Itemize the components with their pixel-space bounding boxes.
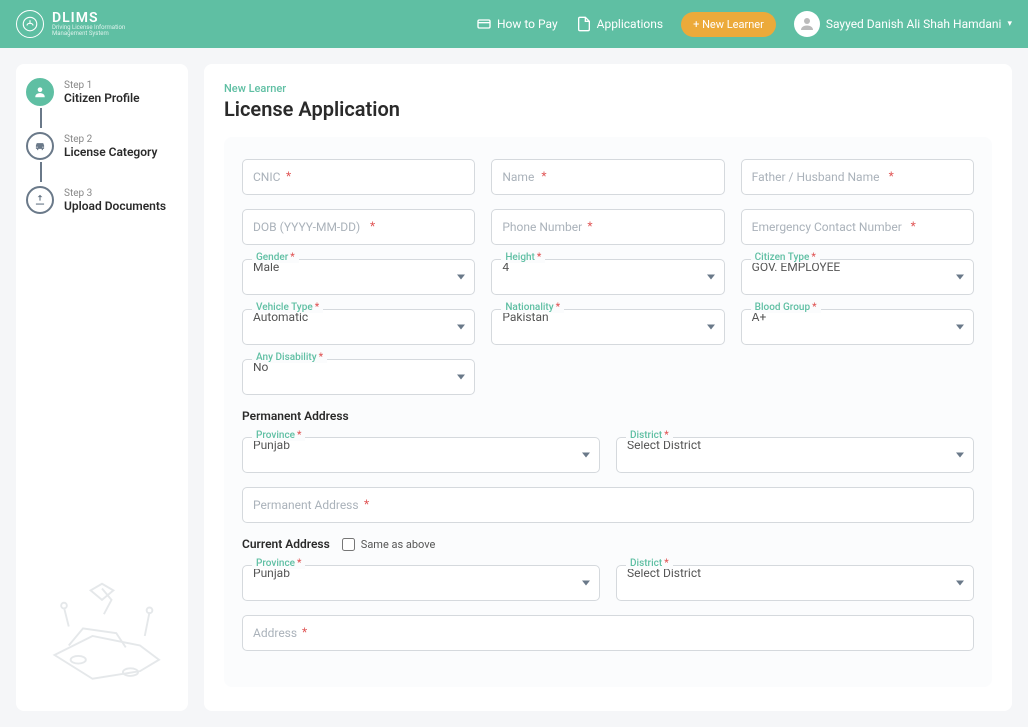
- brand-subtitle-2: Management System: [52, 31, 125, 37]
- form-panel: * * * * * * Gender*Male Height*4 Citizen…: [224, 137, 992, 687]
- top-header: DLIMS Driving License Information Manage…: [0, 0, 1028, 48]
- perm-district-select[interactable]: Select District: [616, 437, 974, 473]
- wallet-icon: [476, 16, 492, 32]
- logo-badge-icon: [16, 10, 44, 38]
- steps-sidebar: Step 1 Citizen Profile Step 2 License Ca…: [16, 64, 188, 711]
- gender-label: Gender*: [252, 252, 299, 263]
- blood-group-label: Blood Group*: [751, 302, 821, 313]
- sidebar-illustration: [26, 520, 178, 697]
- citizen-type-select[interactable]: GOV. EMPLOYEE: [741, 259, 974, 295]
- upload-icon: [26, 186, 54, 214]
- car-icon: [26, 132, 54, 160]
- perm-district-label: District*: [626, 430, 673, 441]
- nationality-select[interactable]: Pakistan: [491, 309, 724, 345]
- brand-title: DLIMS: [52, 11, 125, 25]
- main-content: New Learner License Application * * * * …: [204, 64, 1012, 711]
- user-name: Sayyed Danish Ali Shah Hamdani: [826, 17, 1002, 31]
- chevron-down-icon: ▾: [1007, 19, 1012, 29]
- emergency-input[interactable]: [741, 209, 974, 245]
- nav-how-to-pay[interactable]: How to Pay: [476, 16, 558, 32]
- step-license-category[interactable]: Step 2 License Category: [26, 132, 178, 186]
- father-input[interactable]: [741, 159, 974, 195]
- permanent-address-heading: Permanent Address: [242, 409, 974, 423]
- height-label: Height*: [501, 252, 545, 263]
- phone-input[interactable]: [491, 209, 724, 245]
- curr-district-label: District*: [626, 558, 673, 569]
- nationality-label: Nationality*: [501, 302, 564, 313]
- step-citizen-profile[interactable]: Step 1 Citizen Profile: [26, 78, 178, 132]
- cnic-input[interactable]: [242, 159, 475, 195]
- vehicle-type-select[interactable]: Automatic: [242, 309, 475, 345]
- curr-province-select[interactable]: Punjab: [242, 565, 600, 601]
- citizen-type-label: Citizen Type*: [751, 252, 820, 263]
- perm-province-select[interactable]: Punjab: [242, 437, 600, 473]
- perm-address-input[interactable]: [242, 487, 974, 523]
- gender-select[interactable]: Male: [242, 259, 475, 295]
- curr-province-label: Province*: [252, 558, 305, 569]
- person-icon: [26, 78, 54, 106]
- blood-group-select[interactable]: A+: [741, 309, 974, 345]
- avatar-icon: [794, 11, 820, 37]
- brand-logo[interactable]: DLIMS Driving License Information Manage…: [16, 10, 125, 38]
- nav-applications[interactable]: Applications: [576, 16, 663, 32]
- height-select[interactable]: 4: [491, 259, 724, 295]
- dob-input[interactable]: [242, 209, 475, 245]
- new-learner-button[interactable]: + New Learner: [681, 12, 776, 37]
- current-address-heading: Current Address: [242, 537, 330, 551]
- breadcrumb: New Learner: [224, 82, 992, 95]
- same-as-above-checkbox[interactable]: Same as above: [342, 538, 436, 551]
- disability-select[interactable]: No: [242, 359, 475, 395]
- perm-province-label: Province*: [252, 430, 305, 441]
- step-upload-documents[interactable]: Step 3 Upload Documents: [26, 186, 178, 214]
- disability-label: Any Disability*: [252, 352, 327, 363]
- curr-address-input[interactable]: [242, 615, 974, 651]
- user-menu[interactable]: Sayyed Danish Ali Shah Hamdani ▾: [794, 11, 1012, 37]
- vehicle-type-label: Vehicle Type*: [252, 302, 323, 313]
- page-title: License Application: [224, 97, 992, 121]
- curr-district-select[interactable]: Select District: [616, 565, 974, 601]
- name-input[interactable]: [491, 159, 724, 195]
- document-icon: [576, 16, 592, 32]
